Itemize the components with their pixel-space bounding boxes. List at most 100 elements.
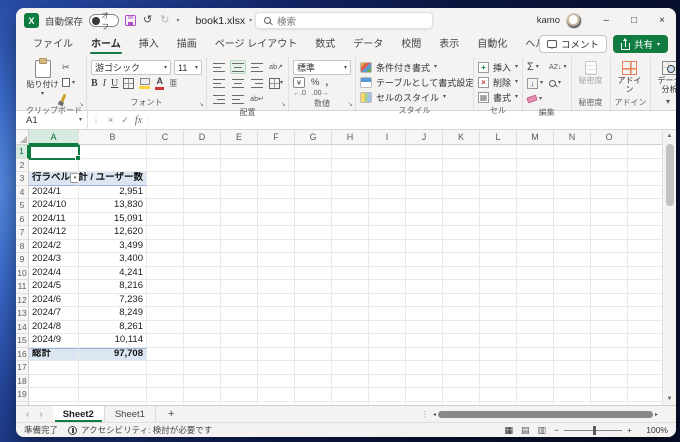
cell-K10[interactable] (443, 267, 480, 281)
cell-B7[interactable]: 12,620 (79, 226, 147, 240)
vertical-scrollbar[interactable]: ▲ ▼ (662, 130, 676, 405)
cell-H15[interactable] (332, 334, 369, 348)
cell-B8[interactable]: 3,499 (79, 240, 147, 254)
format-painter-button[interactable] (62, 91, 75, 104)
column-header-B[interactable]: B (79, 130, 147, 145)
column-header-A[interactable]: A (29, 130, 79, 145)
ribbon-tab[interactable]: 自動化 (468, 31, 516, 55)
cell-C9[interactable] (147, 253, 184, 267)
cell-I5[interactable] (369, 199, 406, 213)
cell-L13[interactable] (480, 307, 517, 321)
zoom-in-button[interactable]: + (627, 425, 632, 435)
cell-O5[interactable] (591, 199, 628, 213)
active-cell-selection[interactable] (29, 145, 80, 160)
cell-N13[interactable] (554, 307, 591, 321)
ribbon-tab[interactable]: ホーム (82, 31, 130, 55)
cell-K16[interactable] (443, 348, 480, 362)
cell-H8[interactable] (332, 240, 369, 254)
cell-J18[interactable] (406, 375, 443, 389)
cell-K15[interactable] (443, 334, 480, 348)
row-header-1[interactable]: 1 (16, 145, 29, 159)
cell-A7[interactable]: 2024/12 (29, 226, 79, 240)
cell-N14[interactable] (554, 321, 591, 335)
cell-K2[interactable] (443, 159, 480, 173)
cell-L11[interactable] (480, 280, 517, 294)
cell-A11[interactable]: 2024/5 (29, 280, 79, 294)
row-header-19[interactable]: 19 (16, 388, 29, 402)
tab-splitter-handle[interactable]: ⋮ (421, 410, 429, 419)
cell-E4[interactable] (221, 186, 258, 200)
collapse-ribbon-icon[interactable]: ▾ (666, 97, 670, 106)
cell-A5[interactable]: 2024/10 (29, 199, 79, 213)
cell-C4[interactable] (147, 186, 184, 200)
cell-K1[interactable] (443, 145, 480, 159)
cell-F11[interactable] (258, 280, 295, 294)
dialog-launcher-icon[interactable]: ↘ (79, 100, 84, 108)
cell-F18[interactable] (258, 375, 295, 389)
ribbon-tab[interactable]: ページ レイアウト (206, 31, 307, 55)
cell-A2[interactable] (29, 159, 79, 173)
cell-K12[interactable] (443, 294, 480, 308)
cell-I13[interactable] (369, 307, 406, 321)
cell-D7[interactable] (184, 226, 221, 240)
next-sheet-button[interactable]: › (39, 409, 42, 420)
cell-I19[interactable] (369, 388, 406, 402)
cell-I7[interactable] (369, 226, 406, 240)
cell-I15[interactable] (369, 334, 406, 348)
insert-function-icon[interactable]: fx (133, 115, 149, 126)
cell-A18[interactable] (29, 375, 79, 389)
cell-D16[interactable] (184, 348, 221, 362)
align-bottom-button[interactable] (249, 60, 265, 74)
cell-F17[interactable] (258, 361, 295, 375)
ribbon-tab[interactable]: 表示 (430, 31, 468, 55)
cell-H13[interactable] (332, 307, 369, 321)
cell-G15[interactable] (295, 334, 332, 348)
cell-M13[interactable] (517, 307, 554, 321)
cell-E7[interactable] (221, 226, 258, 240)
cell-D5[interactable] (184, 199, 221, 213)
cell-O12[interactable] (591, 294, 628, 308)
cell-C16[interactable] (147, 348, 184, 362)
cell-N12[interactable] (554, 294, 591, 308)
cell-F6[interactable] (258, 213, 295, 227)
cell-F14[interactable] (258, 321, 295, 335)
ribbon-tab[interactable]: データ (344, 31, 392, 55)
cell-A19[interactable] (29, 388, 79, 402)
cell-N9[interactable] (554, 253, 591, 267)
copy-button[interactable]: ▾ (62, 76, 75, 89)
underline-button[interactable]: U (111, 78, 118, 89)
column-header-G[interactable]: G (295, 130, 332, 145)
cell-J5[interactable] (406, 199, 443, 213)
cell-L3[interactable] (480, 172, 517, 186)
cell-A3[interactable]: 行ラベル▾ (29, 172, 79, 186)
zoom-level[interactable]: 100% (640, 425, 668, 435)
cell-C7[interactable] (147, 226, 184, 240)
cell-H3[interactable] (332, 172, 369, 186)
cell-J8[interactable] (406, 240, 443, 254)
cell-A8[interactable]: 2024/2 (29, 240, 79, 254)
cell-K19[interactable] (443, 388, 480, 402)
cell-F4[interactable] (258, 186, 295, 200)
column-header-C[interactable]: C (147, 130, 184, 145)
cell-O10[interactable] (591, 267, 628, 281)
cell-M6[interactable] (517, 213, 554, 227)
cell-H1[interactable] (332, 145, 369, 159)
horizontal-scroll-thumb[interactable] (438, 411, 653, 418)
cell-E16[interactable] (221, 348, 258, 362)
cell-G9[interactable] (295, 253, 332, 267)
cell-L5[interactable] (480, 199, 517, 213)
column-header-K[interactable]: K (443, 130, 480, 145)
cell-E8[interactable] (221, 240, 258, 254)
cell-I17[interactable] (369, 361, 406, 375)
cell-I6[interactable] (369, 213, 406, 227)
cell-L7[interactable] (480, 226, 517, 240)
cell-E18[interactable] (221, 375, 258, 389)
sheet-tab-Sheet1[interactable]: Sheet1 (105, 406, 156, 422)
cell-K6[interactable] (443, 213, 480, 227)
dialog-launcher-icon[interactable]: ↘ (348, 100, 353, 108)
cell-G13[interactable] (295, 307, 332, 321)
cell-F16[interactable] (258, 348, 295, 362)
sensitivity-button[interactable]: 秘密度 (576, 58, 606, 85)
cell-O11[interactable] (591, 280, 628, 294)
row-header-17[interactable]: 17 (16, 361, 29, 375)
